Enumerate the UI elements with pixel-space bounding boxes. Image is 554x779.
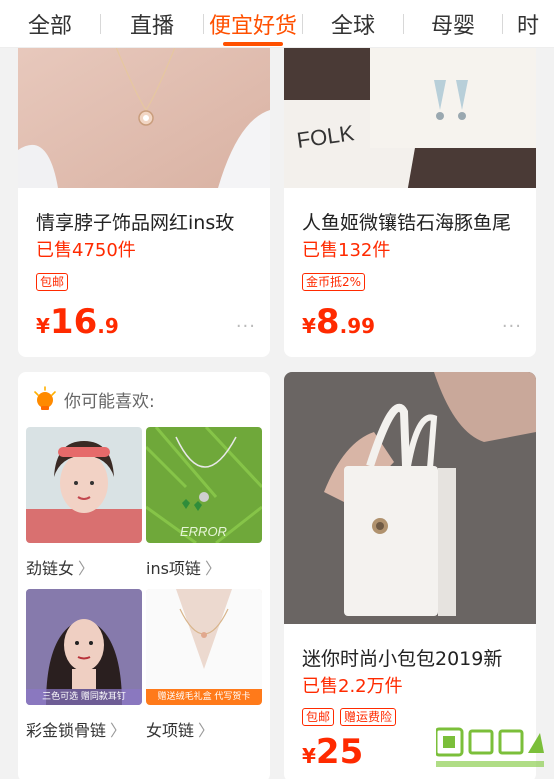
badge-row: 金币抵2% <box>302 273 366 291</box>
recommend-thumbnail[interactable]: 赠送绒毛礼盒 代写贺卡 <box>146 589 262 705</box>
chevron-right-icon: 〉 <box>110 721 127 740</box>
recommend-label: 彩金锁骨链〉 <box>26 717 142 741</box>
price: ¥25 <box>302 732 363 772</box>
price-integer: 16 <box>49 302 98 342</box>
recommend-header: 你可能喜欢: <box>32 386 155 412</box>
recommend-label-text: 劲链女 <box>26 559 75 578</box>
product-card[interactable]: 迷你时尚小包包2019新 已售2.2万件 包邮 赠运费险 ¥25 <box>284 372 536 779</box>
thumbnail-overlay-text: ERROR <box>180 524 227 539</box>
product-card[interactable]: 情享脖子饰品网红ins玫 已售4750件 包邮 ¥16.9 ··· <box>18 40 270 357</box>
category-tabs: 全部 直播 便宜好货 全球 母婴 时 <box>0 0 554 48</box>
recommend-item[interactable]: 赠送绒毛礼盒 代写贺卡 女项链〉 <box>146 589 262 741</box>
currency-symbol: ¥ <box>36 314 50 338</box>
thumbnail-overlay-text: 赠送绒毛礼盒 代写贺卡 <box>146 689 262 705</box>
free-shipping-badge: 包邮 <box>36 273 69 291</box>
badge-row: 包邮 <box>36 273 69 291</box>
tab-all[interactable]: 全部 <box>0 0 100 48</box>
free-shipping-badge: 包邮 <box>302 708 335 726</box>
recommend-thumbnail[interactable]: ERROR <box>146 427 262 543</box>
tab-label: 全部 <box>27 13 72 39</box>
tab-label: 直播 <box>129 13 174 39</box>
price-decimal: .99 <box>339 314 376 338</box>
tab-fashion[interactable]: 时 <box>503 0 553 48</box>
recommend-label: ins项链〉 <box>146 555 262 579</box>
currency-symbol: ¥ <box>302 744 316 768</box>
chevron-right-icon: 〉 <box>198 721 215 740</box>
product-image[interactable]: FOLK <box>284 40 536 188</box>
sold-count: 已售4750件 <box>36 240 136 261</box>
recommend-label: 女项链〉 <box>146 717 262 741</box>
shipping-insurance-badge: 赠运费险 <box>340 708 397 726</box>
product-card[interactable]: FOLK 人鱼姬微镶锆石海豚鱼尾 已售132件 金币抵2% ¥8.99 ··· <box>284 40 536 357</box>
recommend-item[interactable]: ERROR ins项链〉 <box>146 427 262 579</box>
tab-label: 时 <box>517 13 540 39</box>
product-image[interactable] <box>18 40 270 188</box>
tab-label: 全球 <box>330 13 375 39</box>
product-title[interactable]: 迷你时尚小包包2019新 <box>302 644 522 671</box>
tab-mother-baby[interactable]: 母婴 <box>404 0 502 48</box>
tab-live[interactable]: 直播 <box>101 0 203 48</box>
price-integer: 8 <box>315 302 340 342</box>
recommend-label: 劲链女〉 <box>26 555 142 579</box>
currency-symbol: ¥ <box>302 314 316 338</box>
badge-row: 包邮 赠运费险 <box>302 708 397 726</box>
chevron-right-icon: 〉 <box>78 559 95 578</box>
recommend-label-text: ins项链 <box>146 559 201 578</box>
recommend-item[interactable]: 劲链女〉 <box>26 427 142 579</box>
thumbnail-overlay-text: 三色可选 赠同款耳钉 <box>26 689 142 705</box>
more-options-icon[interactable]: ··· <box>236 316 256 337</box>
recommend-title: 你可能喜欢: <box>64 391 155 412</box>
recommend-card: 你可能喜欢: 劲链女〉 ERROR ins项链 〉 三色可选 赠同款耳钉 彩金锁… <box>18 372 270 779</box>
recommend-thumbnail[interactable]: 三色可选 赠同款耳钉 <box>26 589 142 705</box>
product-image[interactable] <box>284 372 536 624</box>
more-options-icon[interactable]: ··· <box>502 316 522 337</box>
tab-cheap-goods[interactable]: 便宜好货 <box>204 0 302 48</box>
recommend-thumbnail[interactable] <box>26 427 142 543</box>
chevron-right-icon: 〉 <box>204 559 221 578</box>
recommend-label-text: 彩金锁骨链 <box>26 721 107 740</box>
tab-label: 母婴 <box>430 13 475 39</box>
sold-count: 已售132件 <box>302 240 391 261</box>
watermark-logo <box>434 727 548 771</box>
lightbulb-icon <box>32 386 58 412</box>
recommend-label-text: 女项链 <box>146 721 195 740</box>
price-decimal: .9 <box>97 314 119 338</box>
coin-discount-badge: 金币抵2% <box>302 273 366 291</box>
product-title[interactable]: 人鱼姬微镶锆石海豚鱼尾 <box>302 208 522 235</box>
sold-count: 已售2.2万件 <box>302 676 403 697</box>
tab-label: 便宜好货 <box>208 13 297 39</box>
price-integer: 25 <box>315 732 364 772</box>
tab-global[interactable]: 全球 <box>303 0 403 48</box>
price: ¥16.9 <box>36 302 119 342</box>
recommend-item[interactable]: 三色可选 赠同款耳钉 彩金锁骨链〉 <box>26 589 142 741</box>
product-title[interactable]: 情享脖子饰品网红ins玫 <box>36 208 256 235</box>
price: ¥8.99 <box>302 302 375 342</box>
